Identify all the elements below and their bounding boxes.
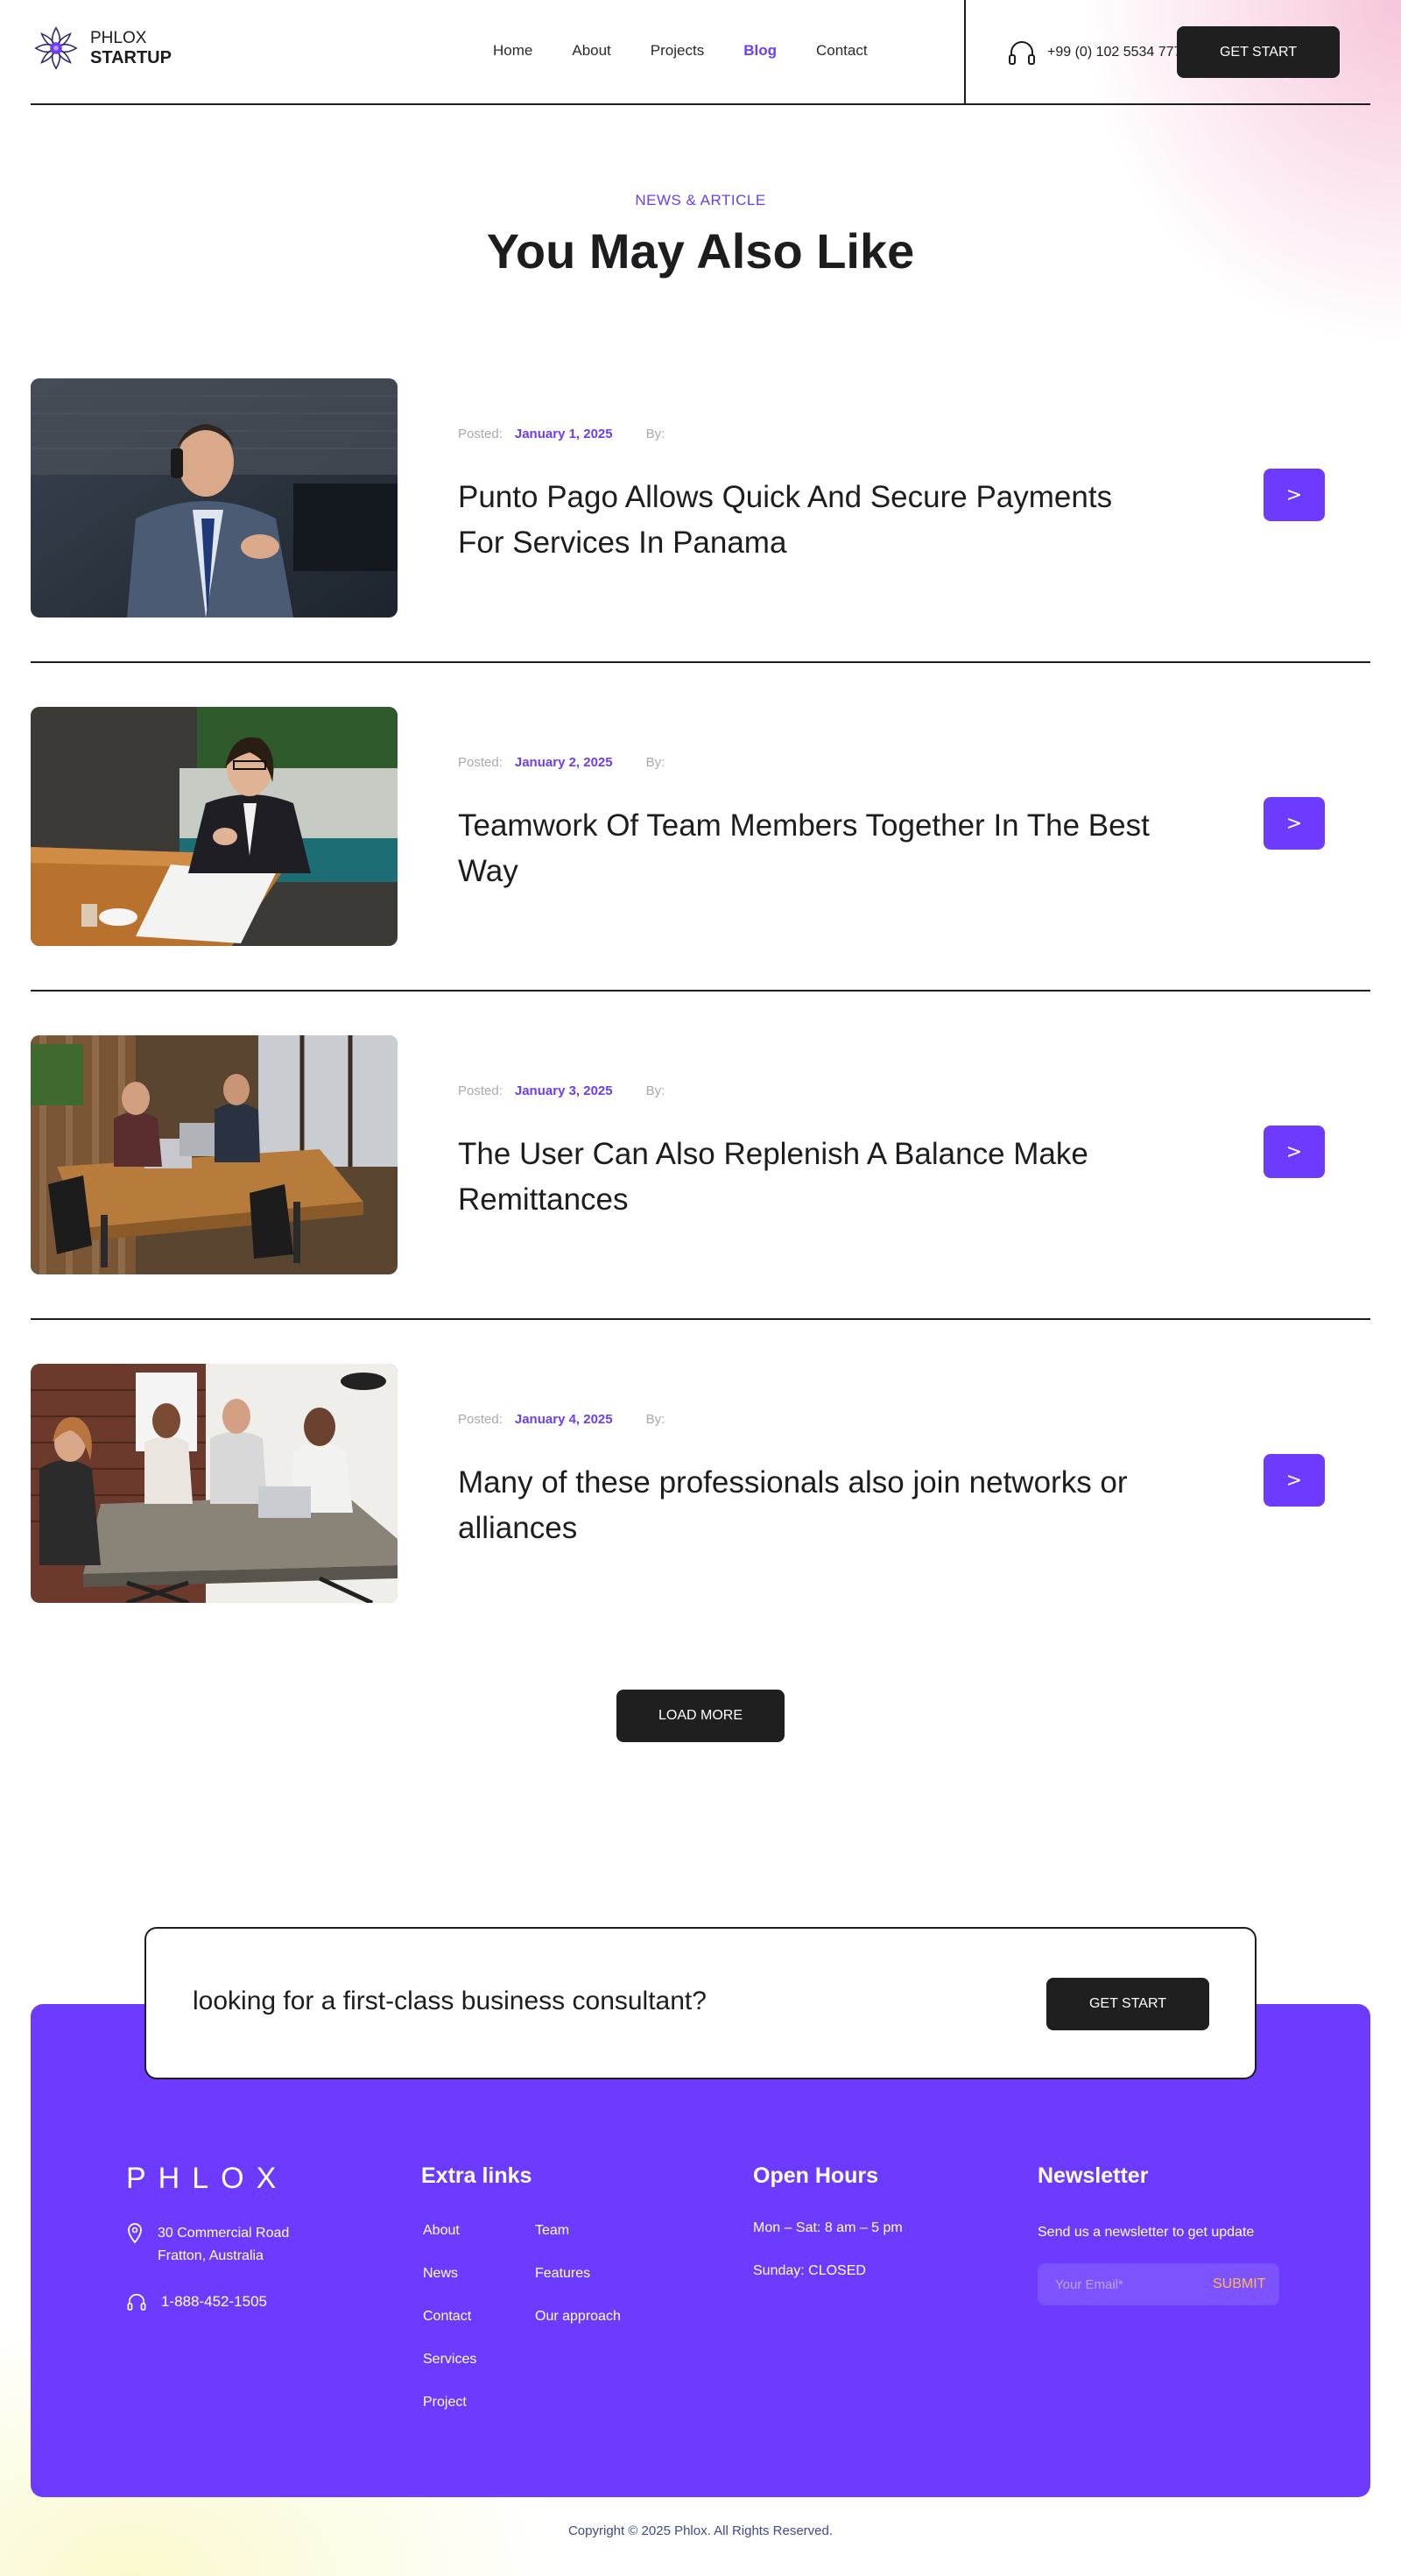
footer-phone[interactable]: 1-888-452-1505: [126, 2292, 267, 2311]
author-label: By:: [645, 1412, 665, 1427]
footer-address: 30 Commercial Road Fratton, Australia: [126, 2222, 289, 2268]
open-hours-heading: Open Hours: [753, 2163, 879, 2188]
headset-icon: [127, 2293, 146, 2311]
post-title[interactable]: Teamwork Of Team Members Together In The…: [458, 803, 1150, 894]
post-divider: [31, 1318, 1370, 1320]
post-meta: Posted: January 1, 2025 By:: [458, 427, 665, 441]
site-header: PHLOX STARTUP Home About Projects Blog C…: [31, 0, 1370, 105]
nav-home[interactable]: Home: [493, 42, 532, 60]
read-more-button[interactable]: >: [1264, 1126, 1325, 1178]
nav-contact[interactable]: Contact: [816, 42, 868, 60]
read-more-button[interactable]: >: [1264, 469, 1325, 521]
section-eyebrow: NEWS & ARTICLE: [635, 192, 766, 208]
logo-line1: PHLOX: [90, 29, 147, 47]
post-thumbnail[interactable]: [31, 378, 398, 618]
extra-links-col2: Team Features Our approach: [535, 2223, 621, 2352]
footer-link-contact[interactable]: Contact: [423, 2309, 476, 2352]
post-title[interactable]: Punto Pago Allows Quick And Secure Payme…: [458, 475, 1150, 566]
header-phone[interactable]: +99 (0) 102 5534 777: [1007, 39, 1181, 67]
posted-label: Posted:: [458, 755, 503, 770]
header-phone-number: +99 (0) 102 5534 777: [1047, 45, 1182, 60]
newsletter-submit-button[interactable]: SUBMIT: [1213, 2276, 1265, 2292]
posted-label: Posted:: [458, 1412, 503, 1427]
newsletter-form: SUBMIT: [1038, 2263, 1279, 2305]
main-nav: Home About Projects Blog Contact: [493, 42, 907, 60]
post-thumbnail[interactable]: [31, 1035, 398, 1274]
post-date[interactable]: January 4, 2025: [515, 1412, 613, 1427]
footer-link-features[interactable]: Features: [535, 2266, 621, 2309]
cta-get-start-button[interactable]: GET START: [1046, 1978, 1209, 2030]
post-title[interactable]: Many of these professionals also join ne…: [458, 1460, 1150, 1551]
get-start-button[interactable]: GET START: [1177, 26, 1340, 78]
copyright: Copyright © 2025 Phlox. All Rights Reser…: [567, 2523, 834, 2538]
logo-line2: STARTUP: [90, 48, 172, 67]
arrow-right-icon: >: [1285, 1140, 1303, 1163]
post-meta: Posted: January 4, 2025 By:: [458, 1412, 665, 1427]
address-line2: Fratton, Australia: [158, 2248, 264, 2263]
author-label: By:: [645, 427, 665, 441]
post-date[interactable]: January 3, 2025: [515, 1083, 613, 1098]
header-divider: [964, 0, 966, 103]
team-discussion-image: [31, 1364, 398, 1603]
footer-link-about[interactable]: About: [423, 2223, 476, 2266]
read-more-button[interactable]: >: [1264, 797, 1325, 850]
cta-text: looking for a first-class business consu…: [193, 1987, 707, 2015]
author-label: By:: [645, 755, 665, 770]
arrow-right-icon: >: [1285, 1469, 1303, 1492]
newsletter-subtext: Send us a newsletter to get update: [1038, 2225, 1255, 2240]
woman-at-cafe-image: [31, 707, 398, 946]
post-thumbnail[interactable]: [31, 1364, 398, 1603]
load-more-button[interactable]: LOAD MORE: [616, 1690, 785, 1742]
post-thumbnail[interactable]: [31, 707, 398, 946]
post-divider: [31, 990, 1370, 992]
nav-projects[interactable]: Projects: [651, 42, 704, 60]
footer-link-project[interactable]: Project: [423, 2395, 476, 2438]
blog-post-card: Posted: January 1, 2025 By: Punto Pago A…: [31, 378, 1370, 707]
read-more-button[interactable]: >: [1264, 1454, 1325, 1507]
logo-wordmark: PHLOX STARTUP: [90, 29, 172, 67]
nav-blog[interactable]: Blog: [743, 42, 777, 60]
posted-label: Posted:: [458, 427, 503, 441]
hours-weekdays: Mon – Sat: 8 am – 5 pm: [753, 2220, 903, 2235]
section-title: You May Also Like: [486, 223, 915, 279]
site-logo[interactable]: PHLOX STARTUP: [31, 23, 172, 74]
footer-phone-number: 1-888-452-1505: [161, 2293, 267, 2310]
newsletter-heading: Newsletter: [1038, 2163, 1149, 2188]
post-date[interactable]: January 1, 2025: [515, 427, 613, 441]
footer-link-services[interactable]: Services: [423, 2352, 476, 2395]
blog-post-card: Posted: January 4, 2025 By: Many of thes…: [31, 1364, 1370, 1692]
address-line1: 30 Commercial Road: [158, 2226, 290, 2241]
footer-logo[interactable]: PHLOX: [126, 2162, 288, 2196]
posted-label: Posted:: [458, 1083, 503, 1098]
blog-post-card: Posted: January 2, 2025 By: Teamwork Of …: [31, 707, 1370, 1035]
office-meeting-image: [31, 1035, 398, 1274]
post-divider: [31, 661, 1370, 663]
post-meta: Posted: January 3, 2025 By:: [458, 1083, 665, 1098]
arrow-right-icon: >: [1285, 483, 1303, 506]
arrow-right-icon: >: [1285, 812, 1303, 835]
hours-sunday: Sunday: CLOSED: [753, 2263, 866, 2278]
extra-links-col1: About News Contact Services Project: [423, 2223, 476, 2438]
flower-logo-icon: [34, 26, 78, 70]
footer-link-news[interactable]: News: [423, 2266, 476, 2309]
newsletter-email-input[interactable]: [1038, 2276, 1204, 2292]
map-pin-icon: [128, 2223, 142, 2244]
headset-icon: [1009, 41, 1035, 65]
post-date[interactable]: January 2, 2025: [515, 755, 613, 770]
nav-about[interactable]: About: [572, 42, 610, 60]
post-title[interactable]: The User Can Also Replenish A Balance Ma…: [458, 1132, 1150, 1223]
footer-link-our-approach[interactable]: Our approach: [535, 2309, 621, 2352]
footer-link-team[interactable]: Team: [535, 2223, 621, 2266]
blog-post-card: Posted: January 3, 2025 By: The User Can…: [31, 1035, 1370, 1364]
post-meta: Posted: January 2, 2025 By:: [458, 755, 665, 770]
cta-card: looking for a first-class business consu…: [144, 1927, 1257, 2079]
author-label: By:: [645, 1083, 665, 1098]
businessman-phone-image: [31, 378, 398, 618]
extra-links-heading: Extra links: [421, 2163, 532, 2188]
